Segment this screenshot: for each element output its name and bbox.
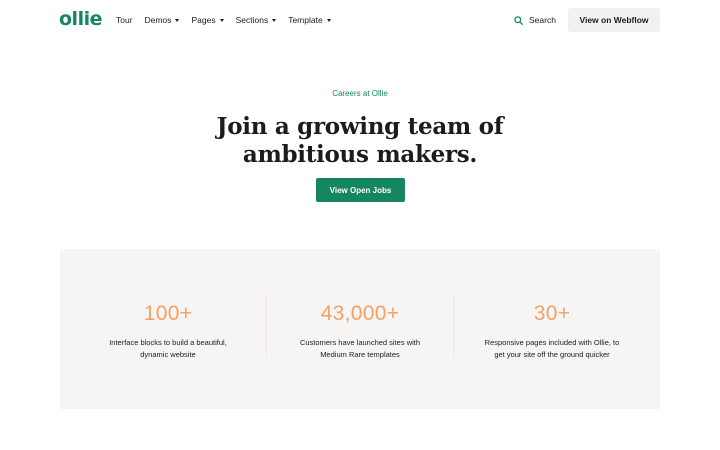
stat-description-line: dynamic website — [140, 350, 196, 359]
caret-down-icon — [219, 18, 224, 22]
nav-item-demos[interactable]: Demos — [145, 13, 180, 27]
stat-description: Interface blocks to build a beautiful, d… — [78, 337, 258, 361]
stat-divider — [266, 295, 267, 357]
stat-description: Customers have launched sites with Mediu… — [270, 337, 450, 361]
stat-card: 43,000+ Customers have launched sites wi… — [270, 249, 450, 409]
stat-description: Responsive pages included with Ollie, to… — [462, 337, 642, 361]
stat-description-line: Customers have launched sites with — [299, 338, 421, 347]
stat-value: 43,000+ — [320, 302, 400, 325]
hero-title: Join a growing team of ambitious makers. — [160, 113, 560, 169]
stat-value: 100+ — [143, 302, 193, 325]
hero-title-line: ambitious makers. — [242, 141, 478, 168]
caret-down-icon — [272, 18, 277, 22]
caret-down-icon — [326, 18, 331, 22]
search-icon — [514, 15, 523, 25]
nav-item-sections[interactable]: Sections — [236, 13, 277, 27]
nav-item-template[interactable]: Template — [288, 13, 331, 27]
stat-value: 30+ — [533, 302, 571, 325]
site-header: ollie Tour Demos Pages Sections Template… — [0, 0, 720, 40]
main-nav: Tour Demos Pages Sections Template — [116, 13, 343, 27]
nav-item-label: Sections — [235, 15, 269, 25]
nav-item-label: Pages — [191, 15, 216, 25]
caret-down-icon — [175, 18, 180, 22]
view-open-jobs-button[interactable]: View Open Jobs — [316, 178, 405, 202]
view-on-webflow-button[interactable]: View on Webflow — [568, 8, 660, 32]
search-button[interactable]: Search — [514, 13, 556, 27]
ollie-logo[interactable]: ollie — [59, 8, 102, 30]
nav-item-pages[interactable]: Pages — [191, 13, 224, 27]
search-label: Search — [529, 15, 556, 25]
nav-item-label: Tour — [116, 15, 133, 25]
nav-item-label: Demos — [144, 15, 172, 25]
stat-description-line: Responsive pages included with Ollie, to — [484, 338, 620, 347]
careers-eyebrow: Careers at Ollie — [332, 89, 388, 98]
hero-title-line: Join a growing team of — [216, 113, 504, 140]
stat-card: 100+ Interface blocks to build a beautif… — [78, 249, 258, 409]
stat-divider — [453, 295, 454, 357]
nav-item-label: Template — [288, 15, 323, 25]
nav-item-tour[interactable]: Tour — [116, 13, 133, 27]
stat-card: 30+ Responsive pages included with Ollie… — [462, 249, 642, 409]
stat-description-line: get your site off the ground quicker — [494, 350, 610, 359]
stat-description-line: Interface blocks to build a beautiful, — [109, 338, 227, 347]
stat-description-line: Medium Rare templates — [320, 350, 400, 359]
stats-section: 100+ Interface blocks to build a beautif… — [60, 249, 660, 409]
